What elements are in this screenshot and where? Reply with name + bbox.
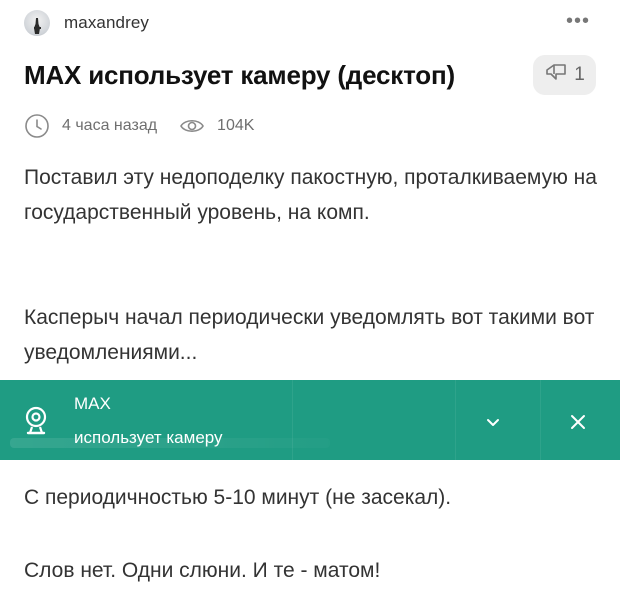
post-header: maxandrey •••	[24, 8, 596, 38]
post-paragraph: Поставил эту недоподелку пакостную, прот…	[24, 166, 597, 224]
avatar[interactable]	[24, 10, 50, 36]
close-icon[interactable]	[566, 410, 590, 434]
post-title[interactable]: MAX использует камеру (десктоп)	[24, 60, 455, 91]
eye-icon	[179, 113, 205, 139]
reply-icon	[544, 61, 568, 89]
notification-app-name: MAX	[74, 394, 111, 413]
post-time: 4 часа назад	[62, 117, 158, 134]
author-name[interactable]: maxandrey	[64, 13, 149, 33]
chevron-down-icon[interactable]	[482, 412, 504, 434]
post-paragraph: С периодичностью 5-10 минут (не засекал)…	[24, 486, 452, 509]
webcam-icon	[22, 406, 50, 436]
notification-message: использует камеру	[74, 428, 223, 447]
view-count: 104K	[217, 117, 255, 134]
reply-count: 1	[574, 64, 585, 85]
clock-icon	[24, 113, 50, 139]
post-paragraph: Слов нет. Одни слюни. И те - матом!	[24, 559, 381, 582]
more-dots-icon[interactable]: •••	[566, 11, 590, 31]
post-meta: 4 часа назад 104K	[24, 113, 254, 139]
reply-button[interactable]: 1	[533, 55, 596, 95]
post-paragraph: Касперыч начал периодически уведомлять в…	[24, 306, 595, 364]
camera-notification: MAX использует камеру	[0, 380, 620, 460]
